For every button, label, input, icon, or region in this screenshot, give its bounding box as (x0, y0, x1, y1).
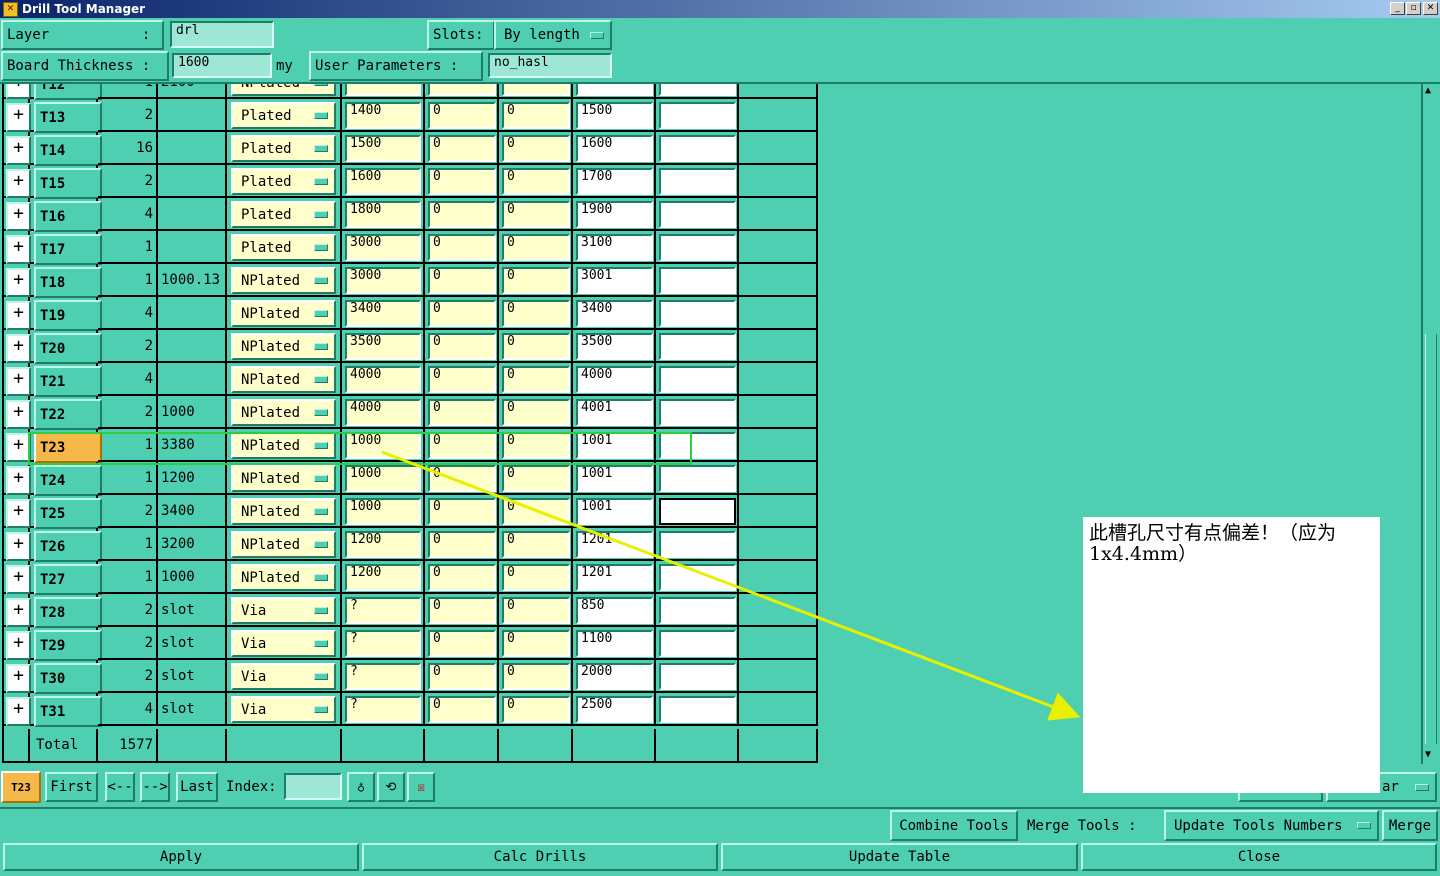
annotation-arrow (381, 450, 1081, 721)
